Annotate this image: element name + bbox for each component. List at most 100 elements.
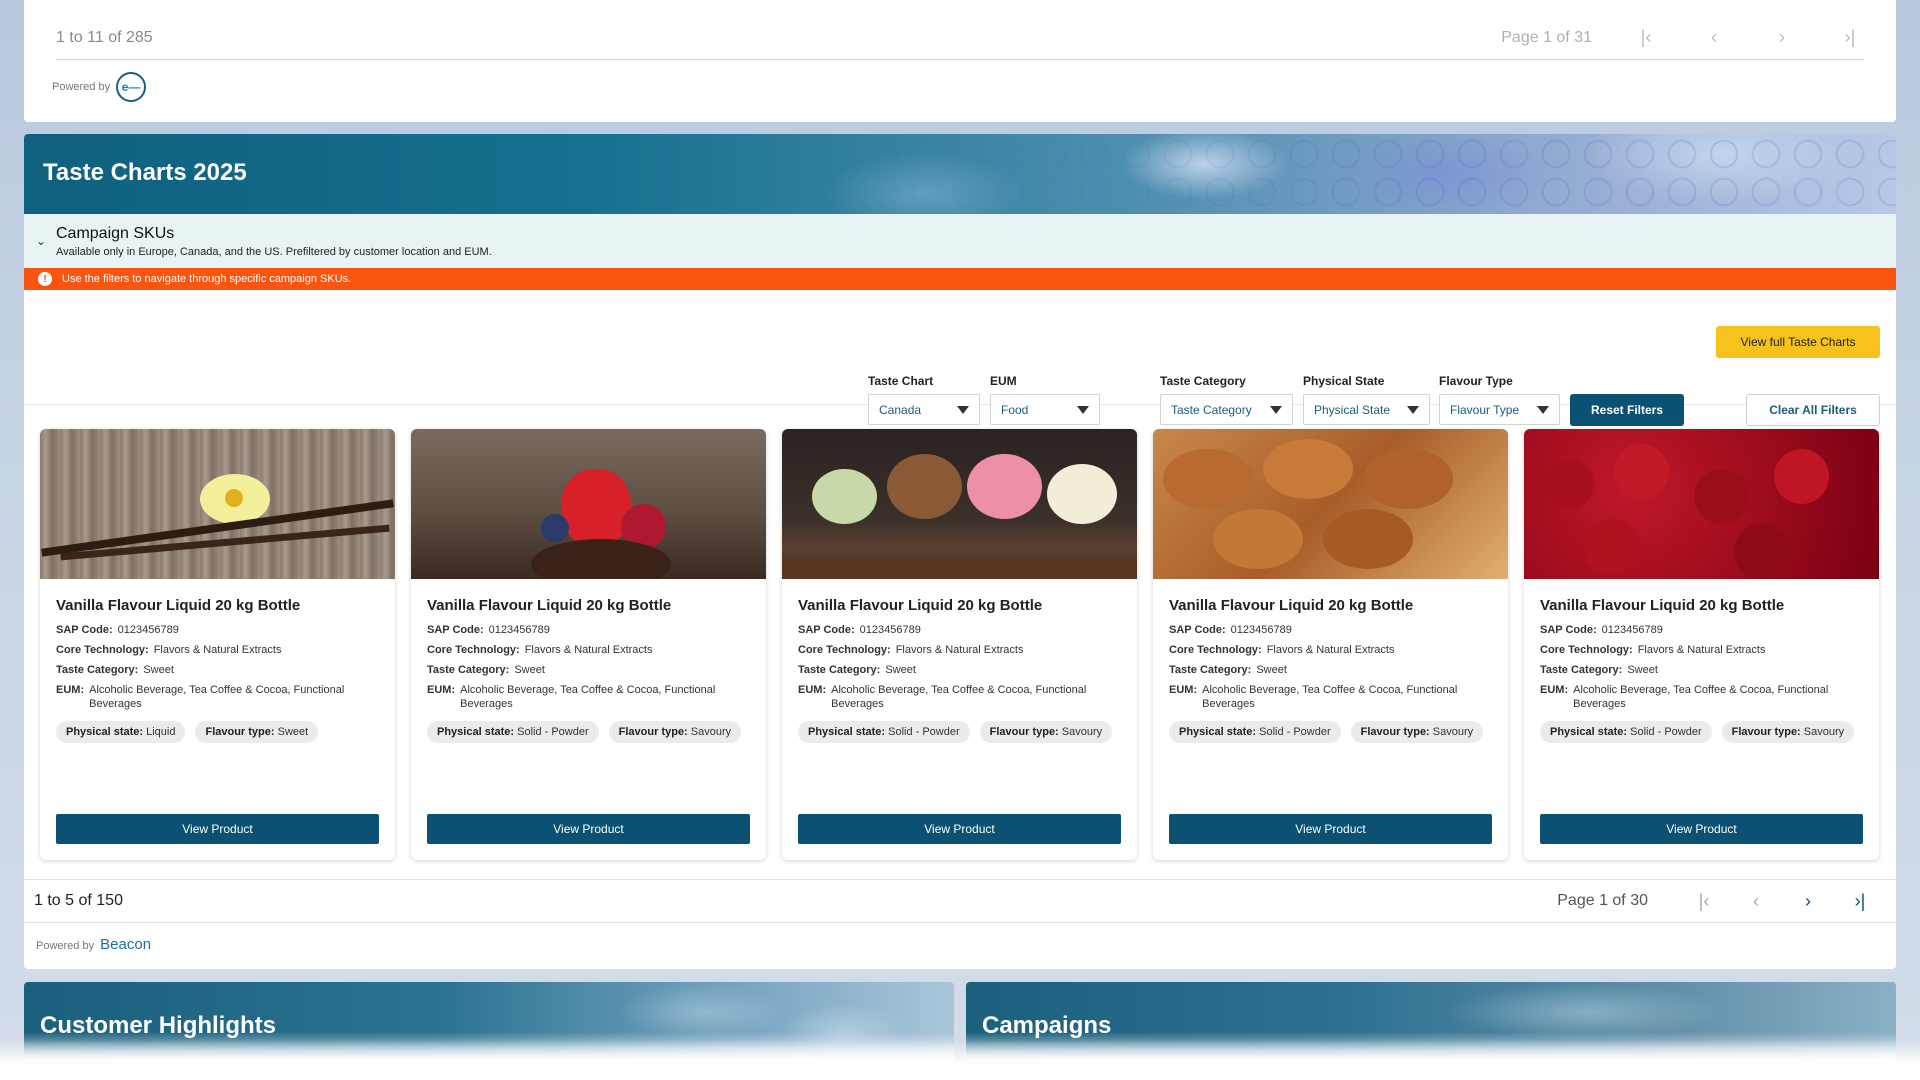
beacon-logo-icon: e— (116, 72, 147, 102)
view-product-button[interactable]: View Product (427, 814, 750, 844)
eum-row: EUM: Alcoholic Beverage, Tea Coffee & Coc… (798, 683, 1121, 711)
product-title: Vanilla Flavour Liquid 20 kg Bottle (56, 597, 301, 614)
chip-value: Solid - Powder (888, 726, 960, 738)
core-tech-row: Core Technology: Flavors & Natural Extrac… (798, 643, 1121, 657)
taste-charts-banner: Taste Charts 2025 (24, 134, 1896, 214)
attribute-chips: Physical state: Solid - Powder Flavour t… (1540, 721, 1863, 743)
flavour-type-chip: Flavour type: Savoury (979, 721, 1113, 743)
view-product-button[interactable]: View Product (798, 814, 1121, 844)
beacon-brand[interactable]: Beacon (100, 936, 151, 953)
core-label: Core Technology: (798, 644, 891, 656)
taste-category-filter: Taste Category Taste Category (1160, 374, 1293, 425)
sap-value: 0123456789 (1601, 624, 1663, 636)
campaign-title: Campaign SKUs (56, 225, 175, 242)
product-title: Vanilla Flavour Liquid 20 kg Bottle (1540, 597, 1785, 614)
first-page-icon[interactable]: |‹ (1678, 891, 1730, 912)
taste-label: Taste Category: (1540, 664, 1623, 676)
core-value: Flavors & Natural Extracts (1637, 644, 1766, 656)
product-card: Vanilla Flavour Liquid 20 kg Bottle SAP … (40, 429, 395, 860)
core-value: Flavors & Natural Extracts (895, 644, 1024, 656)
top-last-page-icon[interactable]: ›| (1836, 27, 1864, 48)
prev-page-icon[interactable]: ‹ (1730, 891, 1782, 912)
taste-value: Sweet (1627, 664, 1658, 676)
physical-state-filter: Physical State Physical State (1303, 374, 1430, 425)
product-title: Vanilla Flavour Liquid 20 kg Bottle (1169, 597, 1414, 614)
taste-label: Taste Category: (427, 664, 510, 676)
attribute-chips: Physical state: Liquid Flavour type: Swe… (56, 721, 379, 743)
eum-value: Alcoholic Beverage, Tea Coffee & Cocoa, … (831, 684, 1087, 710)
physical-state-select[interactable]: Physical State (1303, 394, 1430, 425)
top-next-page-icon[interactable]: › (1768, 27, 1796, 48)
sap-code-row: SAP Code: 0123456789 (56, 623, 379, 637)
taste-charts-panel: Taste Charts 2025 ⌄ Campaign SKUs Availa… (24, 134, 1896, 969)
page-info: Page 1 of 30 (1557, 892, 1648, 909)
flavour-type-chip: Flavour type: Sweet (195, 721, 319, 743)
top-prev-page-icon[interactable]: ‹ (1700, 27, 1728, 48)
next-page-icon[interactable]: › (1782, 891, 1834, 912)
scoop-shape (887, 454, 962, 519)
cherry-shape (1694, 469, 1749, 524)
clear-all-filters-button[interactable]: Clear All Filters (1746, 394, 1880, 426)
pastry-shape (1263, 439, 1353, 499)
eum-select[interactable]: Food (990, 394, 1100, 425)
core-label: Core Technology: (1169, 644, 1262, 656)
chip-value: Solid - Powder (1630, 726, 1702, 738)
top-first-page-icon[interactable]: |‹ (1632, 27, 1660, 48)
sap-label: SAP Code: (1169, 624, 1226, 636)
product-title: Vanilla Flavour Liquid 20 kg Bottle (798, 597, 1043, 614)
top-pager: 1 to 11 of 285 Page 1 of 31 |‹ ‹ › ›| (56, 16, 1864, 60)
view-product-button[interactable]: View Product (1169, 814, 1492, 844)
product-card: Vanilla Flavour Liquid 20 kg Bottle SAP … (782, 429, 1137, 860)
pastry-image (1153, 429, 1508, 579)
alert-text: Use the filters to navigate through spec… (62, 273, 352, 285)
flavour-type-label: Flavour Type (1439, 374, 1513, 388)
view-product-button[interactable]: View Product (56, 814, 379, 844)
taste-category-value: Taste Category (1171, 402, 1252, 417)
chip-value: Solid - Powder (1259, 726, 1331, 738)
chip-value: Savoury (1432, 726, 1474, 738)
filters-bar: View full Taste Charts Taste Chart Canad… (24, 290, 1896, 426)
core-tech-row: Core Technology: Flavors & Natural Extrac… (427, 643, 750, 657)
attribute-chips: Physical state: Solid - Powder Flavour t… (427, 721, 750, 743)
eum-row: EUM: Alcoholic Beverage, Tea Coffee & Coc… (1540, 683, 1863, 711)
cherry-shape (1584, 519, 1639, 574)
chip-label: Physical state: (1550, 726, 1628, 738)
dropdown-caret-icon (1077, 406, 1089, 414)
product-card: Vanilla Flavour Liquid 20 kg Bottle SAP … (1524, 429, 1879, 860)
view-product-button[interactable]: View Product (1540, 814, 1863, 844)
powered-by: Powered by Beacon (36, 936, 151, 953)
reset-filters-button[interactable]: Reset Filters (1570, 394, 1684, 426)
taste-value: Sweet (885, 664, 916, 676)
eum-value: Alcoholic Beverage, Tea Coffee & Cocoa, … (1202, 684, 1458, 710)
filter-alert: ! Use the filters to navigate through sp… (24, 268, 1896, 290)
taste-category-select[interactable]: Taste Category (1160, 394, 1293, 425)
strawberry-image (411, 429, 766, 579)
last-page-icon[interactable]: ›| (1834, 891, 1886, 912)
view-full-taste-charts-button[interactable]: View full Taste Charts (1716, 326, 1880, 358)
taste-chart-select[interactable]: Canada (868, 394, 980, 425)
eum-row: EUM: Alcoholic Beverage, Tea Coffee & Coc… (427, 683, 750, 711)
bottom-pager: 1 to 5 of 150 Page 1 of 30 |‹ ‹ › ›| (24, 879, 1896, 923)
chip-value: Savoury (1803, 726, 1845, 738)
flavour-type-select[interactable]: Flavour Type (1439, 394, 1560, 425)
campaign-subtitle: Available only in Europe, Canada, and th… (56, 246, 492, 258)
chevron-down-icon[interactable]: ⌄ (36, 234, 46, 248)
product-cards: Vanilla Flavour Liquid 20 kg Bottle SAP … (40, 429, 1879, 860)
flavour-type-chip: Flavour type: Savoury (1350, 721, 1484, 743)
cherry-shape (1544, 459, 1594, 509)
chip-label: Flavour type: (1360, 726, 1430, 738)
attribute-chips: Physical state: Solid - Powder Flavour t… (798, 721, 1121, 743)
eum-label: EUM: (427, 684, 456, 696)
core-value: Flavors & Natural Extracts (153, 644, 282, 656)
dropdown-caret-icon (957, 406, 969, 414)
sap-label: SAP Code: (798, 624, 855, 636)
campaign-skus-header[interactable]: ⌄ Campaign SKUs Available only in Europe… (24, 214, 1896, 268)
core-label: Core Technology: (1540, 644, 1633, 656)
eum-value: Alcoholic Beverage, Tea Coffee & Cocoa, … (1573, 684, 1829, 710)
flavour-type-value: Flavour Type (1450, 402, 1520, 417)
cherry-shape (1734, 524, 1789, 579)
sap-code-row: SAP Code: 0123456789 (798, 623, 1121, 637)
ice-cream-image (782, 429, 1137, 579)
chip-label: Physical state: (808, 726, 886, 738)
eum-row: EUM: Alcoholic Beverage, Tea Coffee & Coc… (1169, 683, 1492, 711)
